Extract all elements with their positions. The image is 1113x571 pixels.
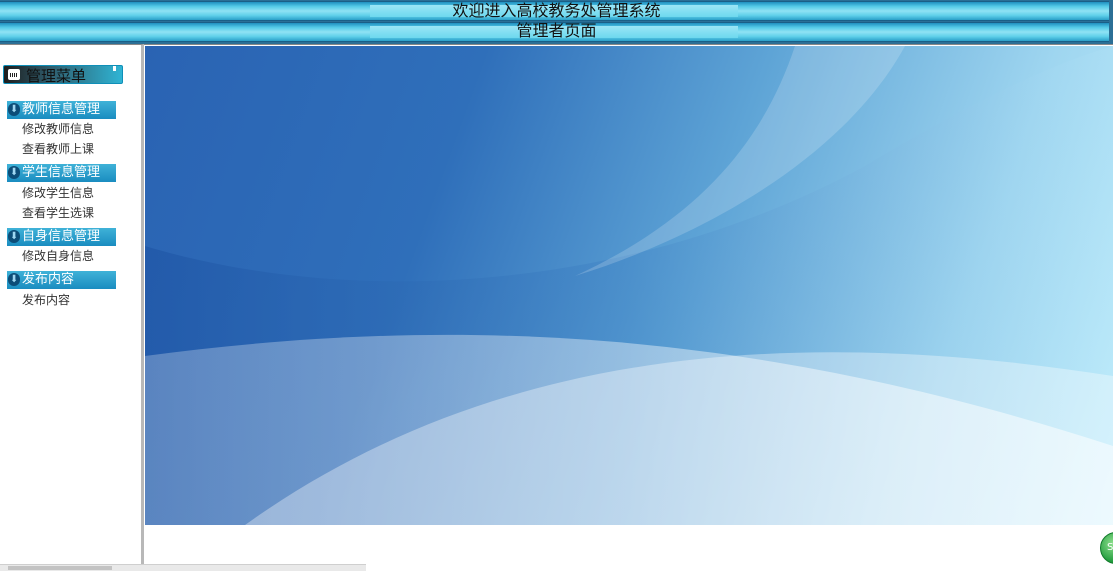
menu-item-edit-student[interactable]: 修改学生信息 [22,185,94,201]
menu-item-publish[interactable]: 发布内容 [22,292,70,308]
calendar-icon [8,69,20,80]
main-content [144,44,1113,571]
sidebar: 管理菜单 教师信息管理 修改教师信息 查看教师上课 学生信息管理 修改学生信息 … [0,44,144,571]
group-publish[interactable]: 发布内容 [7,271,116,289]
menu-item-edit-teacher[interactable]: 修改教师信息 [22,121,94,137]
group-self-info[interactable]: 自身信息管理 [7,228,116,246]
arrow-down-icon [8,101,20,119]
arrow-down-icon [8,271,20,289]
group-student-info[interactable]: 学生信息管理 [7,164,116,182]
group-label: 教师信息管理 [22,102,101,117]
app-header: 欢迎进入高校教务处管理系统 管理者页面 [0,0,1113,44]
banner-waves [145,46,1113,525]
group-teacher-info[interactable]: 教师信息管理 [7,101,116,119]
banner-image [145,46,1113,525]
arrow-down-icon [8,228,20,246]
group-label: 学生信息管理 [22,165,101,180]
menu-item-view-teacher-classes[interactable]: 查看教师上课 [22,141,94,157]
app-title: 欢迎进入高校教务处管理系统 [452,1,661,20]
tab-mark-icon [113,66,116,71]
menu-title: 管理菜单 [26,67,87,85]
page-subtitle: 管理者页面 [516,21,597,40]
group-label: 自身信息管理 [22,229,101,244]
arrow-down-icon [8,164,20,182]
menu-item-view-student-courses[interactable]: 查看学生选课 [22,205,94,221]
menu-title-box: 管理菜单 [3,65,123,85]
menu-item-edit-self[interactable]: 修改自身信息 [22,248,94,264]
group-label: 发布内容 [22,272,75,287]
scrollbar-thumb[interactable] [8,566,112,570]
